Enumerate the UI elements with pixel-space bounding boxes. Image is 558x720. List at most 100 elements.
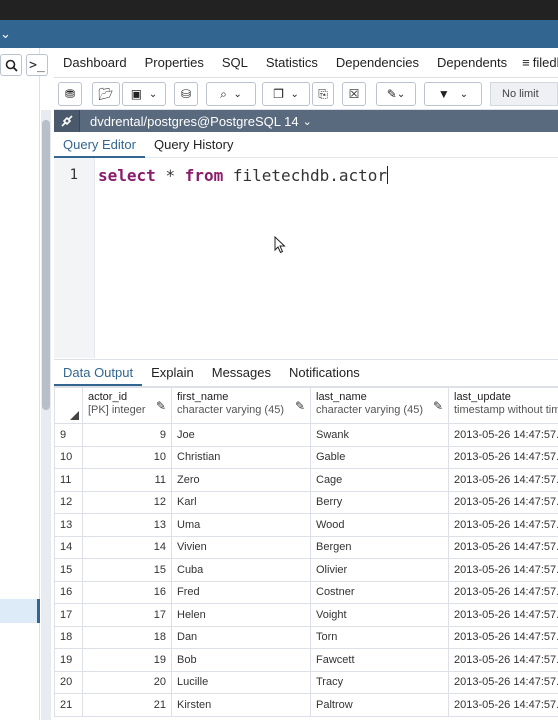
last-update-cell[interactable]: 2013-05-26 14:47:57.6 (448, 535, 558, 559)
tab-statistics[interactable]: Statistics (257, 55, 327, 70)
scrollbar-thumb[interactable] (42, 120, 50, 410)
chevron-down-icon[interactable]: ⌄ (0, 26, 11, 42)
actor-id-cell[interactable]: 16 (82, 580, 172, 604)
first-name-cell[interactable]: Fred (171, 580, 311, 604)
row-number-cell[interactable]: 16 (54, 580, 83, 604)
last-name-cell[interactable]: Fawcett (310, 648, 449, 672)
open-file-button[interactable]: 📂︎ (92, 82, 120, 106)
first-name-cell[interactable]: Joe (171, 423, 311, 447)
sql-code-line[interactable]: select * from filetechdb.actor (98, 166, 389, 185)
actor-id-cell[interactable]: 20 (82, 670, 172, 694)
row-number-cell[interactable]: 12 (54, 490, 83, 514)
first-name-cell[interactable]: Christian (171, 445, 311, 469)
row-number-cell[interactable]: 20 (54, 670, 83, 694)
last-name-cell[interactable]: Swank (310, 423, 449, 447)
row-number-cell[interactable]: 15 (54, 558, 83, 582)
last-update-cell[interactable]: 2013-05-26 14:47:57.6 (448, 423, 558, 447)
first-name-cell[interactable]: Kirsten (171, 693, 311, 717)
tree-selected-row[interactable] (0, 599, 40, 623)
delete-button[interactable]: ☒ (342, 82, 366, 106)
actor-id-cell[interactable]: 19 (82, 648, 172, 672)
table-row[interactable]: 21 21 Kirsten Paltrow 2013-05-26 14:47:57.6 (54, 693, 558, 717)
column-header-first-name[interactable]: first_name character varying (45) ✎ (171, 387, 311, 424)
first-name-cell[interactable]: Bob (171, 648, 311, 672)
table-row[interactable]: 18 18 Dan Torn 2013-05-26 14:47:57.6 (54, 625, 558, 649)
search-object-button[interactable] (0, 54, 22, 76)
select-all-corner[interactable] (54, 387, 83, 424)
save-data-button[interactable]: ⛁ (174, 82, 198, 106)
last-update-cell[interactable]: 2013-05-26 14:47:57.6 (448, 625, 558, 649)
tab-notifications[interactable]: Notifications (280, 360, 369, 386)
row-number-cell[interactable]: 9 (54, 423, 83, 447)
row-number-cell[interactable]: 10 (54, 445, 83, 469)
last-update-cell[interactable]: 2013-05-26 14:47:57.6 (448, 490, 558, 514)
actor-id-cell[interactable]: 10 (82, 445, 172, 469)
row-number-cell[interactable]: 18 (54, 625, 83, 649)
save-button[interactable]: ▣ ⌄ (122, 82, 166, 106)
first-name-cell[interactable]: Dan (171, 625, 311, 649)
sql-editor[interactable]: 1 select * from filetechdb.actor (54, 158, 558, 358)
last-name-cell[interactable]: Tracy (310, 670, 449, 694)
tab-explain[interactable]: Explain (142, 360, 203, 386)
last-name-cell[interactable]: Voight (310, 603, 449, 627)
vertical-scrollbar[interactable] (41, 110, 51, 720)
copy-button[interactable]: ❐ ⌄ (262, 82, 310, 106)
last-update-cell[interactable]: 2013-05-26 14:47:57.6 (448, 693, 558, 717)
psql-tool-button[interactable]: >_ (26, 54, 48, 76)
paste-button[interactable]: ⎘ (312, 82, 334, 106)
row-number-cell[interactable]: 21 (54, 693, 83, 717)
last-update-cell[interactable]: 2013-05-26 14:47:57.6 (448, 603, 558, 627)
table-row[interactable]: 15 15 Cuba Olivier 2013-05-26 14:47:57.6 (54, 558, 558, 582)
table-row[interactable]: 12 12 Karl Berry 2013-05-26 14:47:57.6 (54, 490, 558, 514)
tab-messages[interactable]: Messages (203, 360, 280, 386)
first-name-cell[interactable]: Cuba (171, 558, 311, 582)
tab-data-output[interactable]: Data Output (54, 360, 143, 386)
tab-query-editor[interactable]: Query Editor (54, 132, 145, 158)
actor-id-cell[interactable]: 9 (82, 423, 172, 447)
connection-status-button[interactable]: ⛃ (58, 82, 82, 106)
last-name-cell[interactable]: Torn (310, 625, 449, 649)
first-name-cell[interactable]: Lucille (171, 670, 311, 694)
table-row[interactable]: 20 20 Lucille Tracy 2013-05-26 14:47:57.6 (54, 670, 558, 694)
first-name-cell[interactable]: Helen (171, 603, 311, 627)
connection-bar[interactable]: dvdrental/postgres@PostgreSQL 14 ⌄ (54, 110, 558, 132)
tab-dependents[interactable]: Dependents (428, 55, 516, 70)
first-name-cell[interactable]: Uma (171, 513, 311, 537)
last-name-cell[interactable]: Berry (310, 490, 449, 514)
filter-button[interactable]: ▼ ⌄ (424, 82, 482, 106)
row-number-cell[interactable]: 19 (54, 648, 83, 672)
table-row[interactable]: 17 17 Helen Voight 2013-05-26 14:47:57.6 (54, 603, 558, 627)
row-number-cell[interactable]: 13 (54, 513, 83, 537)
actor-id-cell[interactable]: 12 (82, 490, 172, 514)
find-button[interactable]: ⌕ ⌄ (206, 82, 256, 106)
last-name-cell[interactable]: Olivier (310, 558, 449, 582)
last-name-cell[interactable]: Cage (310, 468, 449, 492)
last-update-cell[interactable]: 2013-05-26 14:47:57.6 (448, 670, 558, 694)
actor-id-cell[interactable]: 15 (82, 558, 172, 582)
tab-sql[interactable]: SQL (213, 55, 257, 70)
last-update-cell[interactable]: 2013-05-26 14:47:57.6 (448, 558, 558, 582)
tab-dashboard[interactable]: Dashboard (54, 55, 136, 70)
row-limit-select[interactable]: No limit (490, 82, 558, 106)
tab-properties[interactable]: Properties (136, 55, 213, 70)
actor-id-cell[interactable]: 11 (82, 468, 172, 492)
last-name-cell[interactable]: Costner (310, 580, 449, 604)
edit-button[interactable]: ✎ ⌄ (376, 82, 416, 106)
actor-id-cell[interactable]: 21 (82, 693, 172, 717)
last-update-cell[interactable]: 2013-05-26 14:47:57.6 (448, 580, 558, 604)
actor-id-cell[interactable]: 14 (82, 535, 172, 559)
last-name-cell[interactable]: Gable (310, 445, 449, 469)
tab-query-history[interactable]: Query History (145, 132, 242, 158)
column-header-last-name[interactable]: last_name character varying (45) ✎ (310, 387, 449, 424)
actor-id-cell[interactable]: 18 (82, 625, 172, 649)
table-row[interactable]: 14 14 Vivien Bergen 2013-05-26 14:47:57.6 (54, 535, 558, 559)
last-update-cell[interactable]: 2013-05-26 14:47:57.6 (448, 445, 558, 469)
last-update-cell[interactable]: 2013-05-26 14:47:57.6 (448, 513, 558, 537)
row-number-cell[interactable]: 11 (54, 468, 83, 492)
table-row[interactable]: 9 9 Joe Swank 2013-05-26 14:47:57.6 (54, 423, 558, 447)
last-name-cell[interactable]: Bergen (310, 535, 449, 559)
table-row[interactable]: 16 16 Fred Costner 2013-05-26 14:47:57.6 (54, 580, 558, 604)
first-name-cell[interactable]: Karl (171, 490, 311, 514)
column-header-last-update[interactable]: last_update timestamp without tim (448, 387, 558, 424)
last-update-cell[interactable]: 2013-05-26 14:47:57.6 (448, 468, 558, 492)
